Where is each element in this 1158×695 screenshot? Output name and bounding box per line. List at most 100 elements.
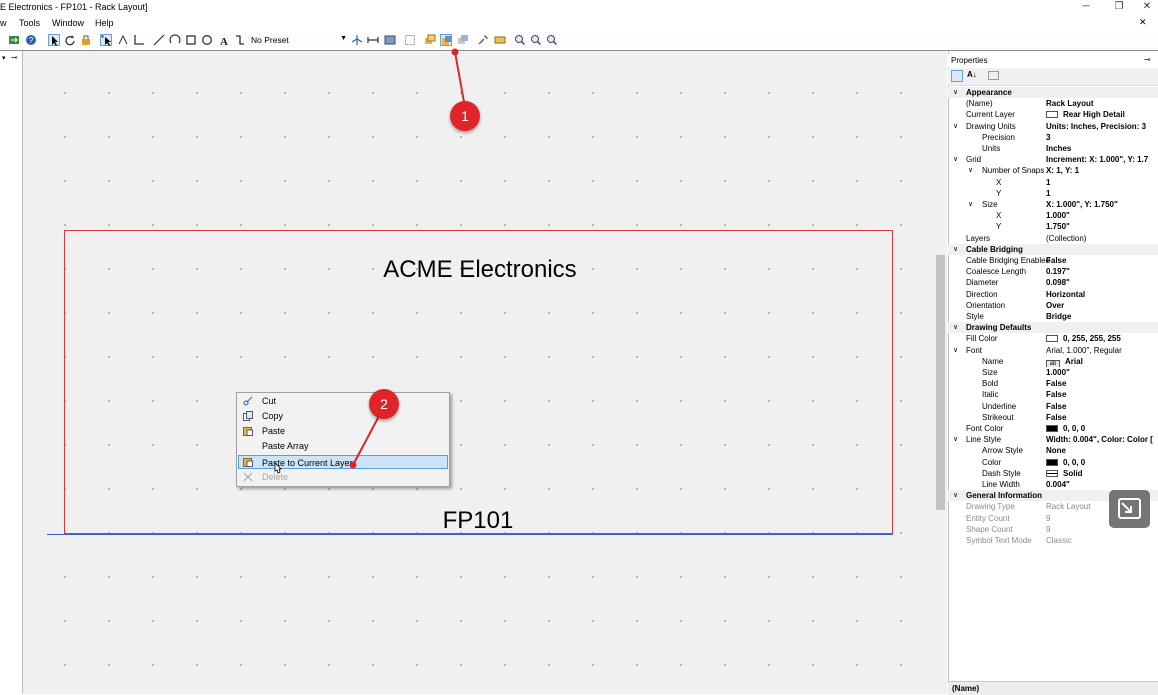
property-value[interactable]: Rear High Detail	[1046, 109, 1125, 120]
export-icon[interactable]	[8, 34, 20, 46]
select-pointer-icon[interactable]	[48, 34, 60, 46]
property-value[interactable]: X: 1.000", Y: 1.750"	[1046, 199, 1118, 210]
image-icon[interactable]	[384, 34, 396, 46]
property-row[interactable]: ∨ Font Arial, 1.000", Regular	[948, 345, 1158, 356]
context-item-copy[interactable]: Copy	[238, 409, 448, 423]
property-value[interactable]: 0, 255, 255, 255	[1046, 333, 1121, 344]
text-tool-icon[interactable]: A	[218, 34, 230, 46]
property-value[interactable]: 3	[1046, 132, 1050, 143]
context-item-paste-array[interactable]: Paste Array	[238, 439, 448, 453]
expand-toggle-icon[interactable]: ∨	[953, 345, 958, 356]
property-row[interactable]: Current Layer Rear High Detail	[948, 109, 1158, 120]
property-value[interactable]: 9	[1046, 513, 1050, 524]
wrench-icon[interactable]	[477, 34, 489, 46]
property-value[interactable]: 1.750"	[1046, 221, 1070, 232]
expand-toggle-icon[interactable]: ∨	[968, 199, 973, 210]
property-row[interactable]: Underline False	[948, 401, 1158, 412]
zoom-icon[interactable]	[546, 34, 558, 46]
property-value[interactable]: Inches	[1046, 143, 1071, 154]
property-row[interactable]: Name ab Arial	[948, 356, 1158, 367]
property-row[interactable]: Arrow Style None	[948, 445, 1158, 456]
expand-toggle-icon[interactable]: ∨	[953, 322, 958, 333]
property-row[interactable]: Symbol Text Mode Classic	[948, 535, 1158, 546]
property-value[interactable]: Over	[1046, 300, 1064, 311]
property-row[interactable]: Direction Horizontal	[948, 289, 1158, 300]
property-row[interactable]: ∨ Size X: 1.000", Y: 1.750"	[948, 199, 1158, 210]
property-row[interactable]: Italic False	[948, 389, 1158, 400]
snap-icon[interactable]	[351, 34, 363, 46]
node-edit-icon[interactable]	[117, 34, 129, 46]
property-row[interactable]: Layers (Collection)	[948, 233, 1158, 244]
scrollbar-thumb[interactable]	[936, 255, 945, 510]
property-row[interactable]: ∨ Grid Increment: X: 1.000", Y: 1.7	[948, 154, 1158, 165]
rectangle-icon[interactable]	[185, 34, 197, 46]
node-select-icon[interactable]	[100, 34, 112, 46]
canvas-label[interactable]: FP101	[390, 507, 566, 535]
property-row[interactable]: Bold False	[948, 378, 1158, 389]
pin-icon[interactable]: ⊸	[1144, 55, 1151, 64]
property-row[interactable]: Diameter 0.098"	[948, 277, 1158, 288]
paint-icon[interactable]	[80, 34, 92, 46]
property-value[interactable]: 1.000"	[1046, 367, 1070, 378]
property-value[interactable]: Rack Layout	[1046, 98, 1094, 109]
zoom-out-icon[interactable]	[514, 34, 526, 46]
help-icon[interactable]: ?	[25, 34, 37, 46]
property-row[interactable]: ∨ Drawing Units Units: Inches, Precision: …	[948, 121, 1158, 132]
expand-toggle-icon[interactable]: ∨	[953, 87, 958, 98]
property-pages-icon[interactable]	[988, 71, 999, 80]
minimize-button[interactable]: ─	[1071, 0, 1101, 14]
context-item-paste[interactable]: Paste	[238, 424, 448, 438]
mdi-close-button[interactable]: ✕	[1139, 17, 1147, 28]
property-row[interactable]: ∨ Line Style Width: 0.004", Color: Color [	[948, 434, 1158, 445]
property-category[interactable]: ∨ Appearance	[948, 87, 1158, 99]
property-value[interactable]: X: 1, Y: 1	[1046, 165, 1079, 176]
dimension-icon[interactable]	[133, 34, 145, 46]
property-value[interactable]: ab Arial	[1046, 356, 1083, 367]
property-row[interactable]: Font Color 0, 0, 0	[948, 423, 1158, 434]
property-value[interactable]: Arial, 1.000", Regular	[1046, 345, 1122, 356]
property-value[interactable]: 0.098"	[1046, 277, 1070, 288]
context-item-paste-to-current-layer[interactable]: Paste to Current Layer	[238, 455, 448, 469]
zoom-in-icon[interactable]	[530, 34, 542, 46]
property-row[interactable]: Coalesce Length 0.197"	[948, 266, 1158, 277]
property-row[interactable]: Cable Bridging Enabled False	[948, 255, 1158, 266]
property-value[interactable]: False	[1046, 389, 1066, 400]
property-row[interactable]: Strikeout False	[948, 412, 1158, 423]
layer-move-icon[interactable]	[457, 34, 469, 46]
menu-help[interactable]: Help	[95, 18, 114, 28]
connector-icon[interactable]	[234, 34, 246, 46]
property-row[interactable]: (Name) Rack Layout	[948, 98, 1158, 109]
maximize-button[interactable]: ❐	[1104, 0, 1134, 14]
expand-toggle-icon[interactable]: ∨	[968, 165, 973, 176]
property-value[interactable]: 0.004"	[1046, 479, 1070, 490]
property-row[interactable]: Precision 3	[948, 132, 1158, 143]
measure-icon[interactable]	[367, 34, 379, 46]
expand-toggle-icon[interactable]: ∨	[953, 434, 958, 445]
property-value[interactable]: False	[1046, 255, 1066, 266]
canvas-heading[interactable]: ACME Electronics	[290, 256, 670, 284]
group-icon[interactable]	[404, 34, 416, 46]
arc-icon[interactable]	[169, 34, 181, 46]
context-item-cut[interactable]: Cut	[238, 394, 448, 408]
menu-view[interactable]: w	[0, 18, 7, 28]
property-row[interactable]: Line Width 0.004"	[948, 479, 1158, 490]
property-row[interactable]: X 1.000"	[948, 210, 1158, 221]
layer-copy-icon[interactable]	[424, 34, 436, 46]
property-value[interactable]: None	[1046, 445, 1066, 456]
property-row[interactable]: Y1	[948, 188, 1158, 199]
property-value[interactable]: Width: 0.004", Color: Color [	[1046, 434, 1153, 445]
menu-window[interactable]: Window	[52, 18, 84, 28]
property-category[interactable]: ∨ Drawing Defaults	[948, 322, 1158, 334]
property-row[interactable]: Size 1.000"	[948, 367, 1158, 378]
close-button[interactable]: ✕	[1132, 0, 1158, 14]
pin-icon[interactable]: ⊸	[11, 53, 18, 62]
property-category[interactable]: ∨ Cable Bridging	[948, 243, 1158, 255]
property-value[interactable]: Bridge	[1046, 311, 1071, 322]
expand-toggle-icon[interactable]: ∨	[953, 244, 958, 255]
property-value[interactable]: Horizontal	[1046, 289, 1085, 300]
property-row[interactable]: Color 0, 0, 0	[948, 457, 1158, 468]
property-value[interactable]: False	[1046, 378, 1066, 389]
paste-to-layer-icon[interactable]	[440, 34, 452, 46]
property-row[interactable]: Style Bridge	[948, 311, 1158, 322]
property-value[interactable]: Units: Inches, Precision: 3	[1046, 121, 1146, 132]
